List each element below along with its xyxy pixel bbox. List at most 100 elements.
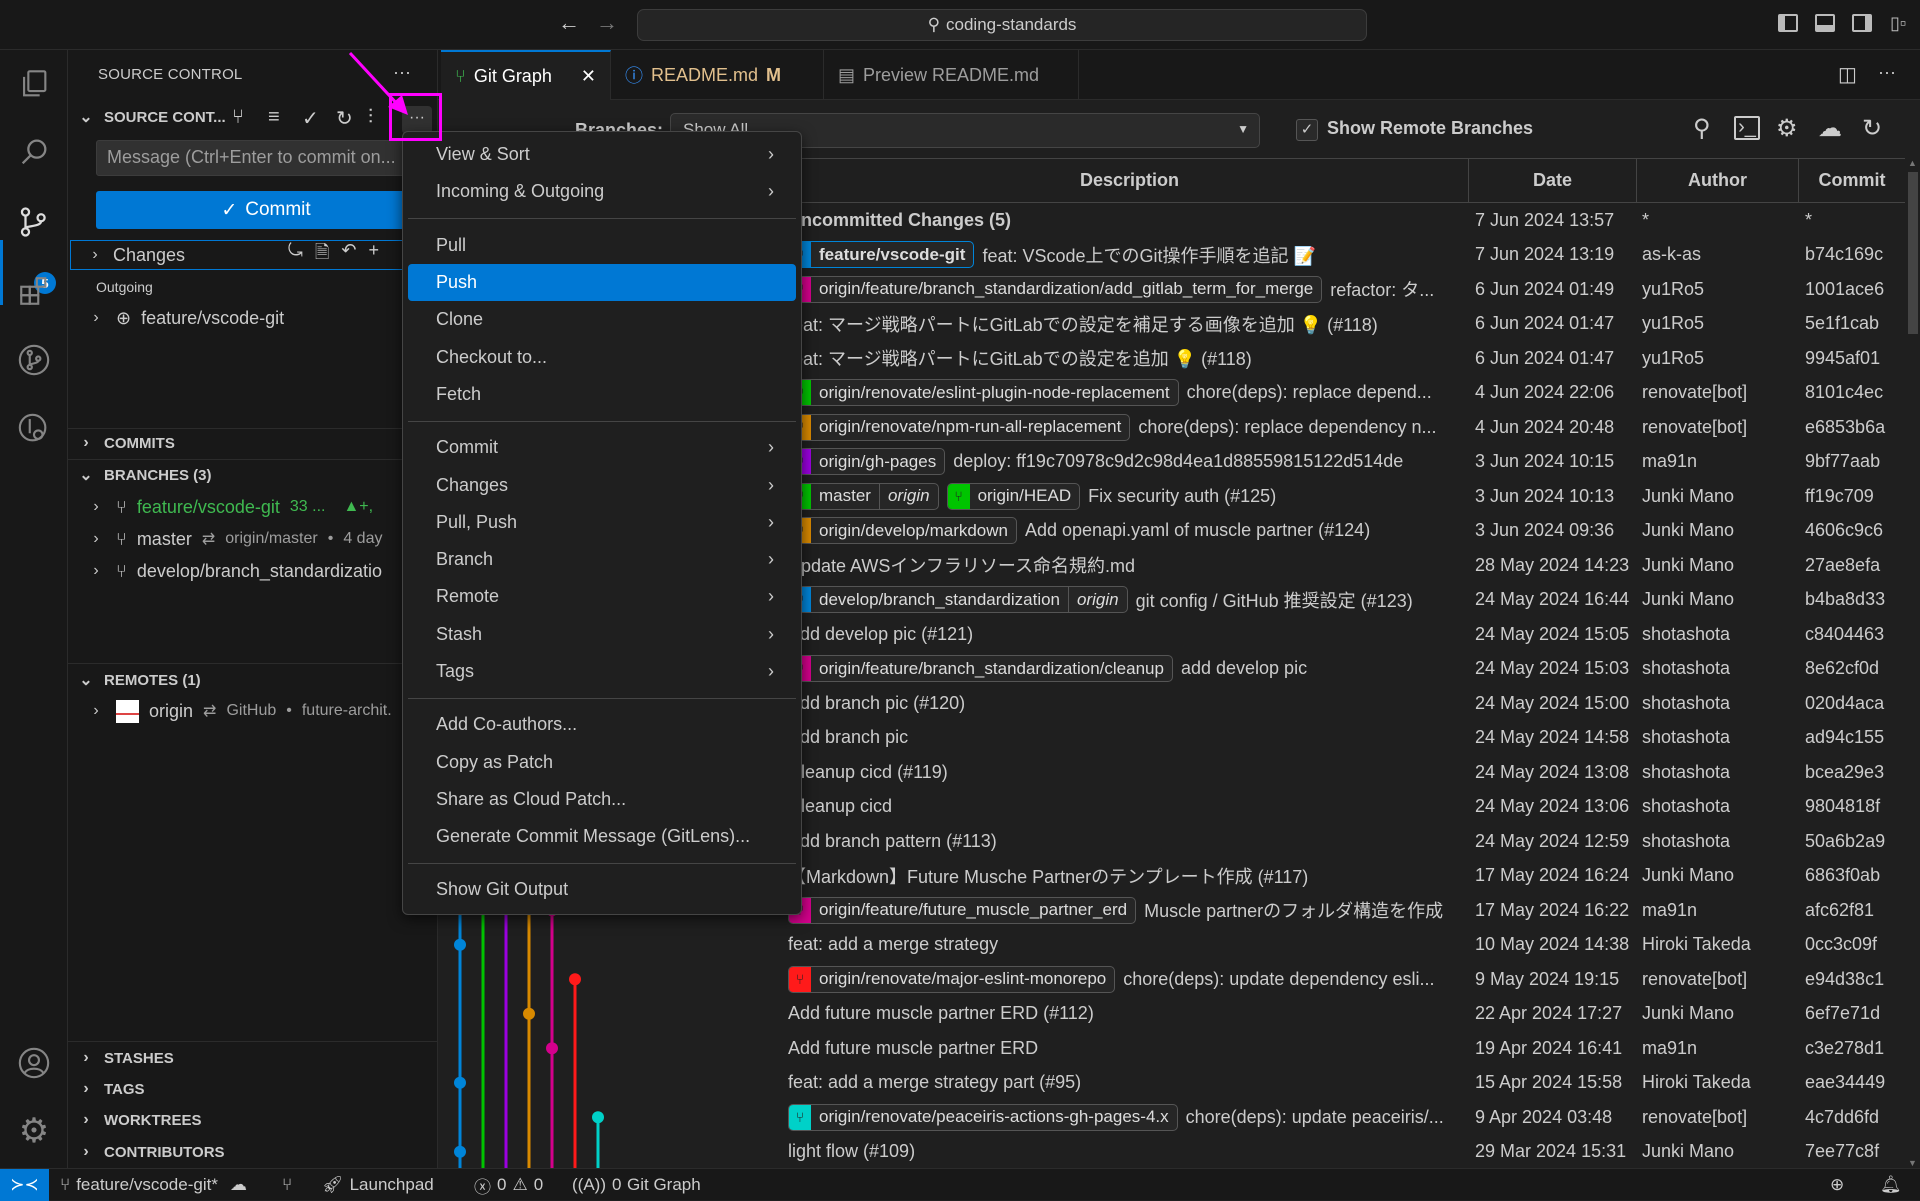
problems-item[interactable]: ⓧ 0 ⚠ 0: [474, 1169, 543, 1201]
commits-section-header[interactable]: › COMMITS: [76, 428, 437, 458]
branch-status-item[interactable]: ⑂ feature/vscode-git* ☁: [60, 1169, 247, 1201]
contributors-section-header[interactable]: › CONTRIBUTORS: [76, 1137, 437, 1167]
branch-label[interactable]: ⑂develop/branch_standardizationorigin: [788, 586, 1128, 614]
vertical-scrollbar[interactable]: ▲ ▼: [1905, 158, 1920, 1168]
zoom-icon[interactable]: ⊕: [1830, 1169, 1844, 1201]
customize-layout-icon[interactable]: ▯▫: [1890, 13, 1906, 34]
branch-label[interactable]: ⑂origin/gh-pages: [788, 448, 946, 476]
open-changes-icon[interactable]: 🗎: [315, 240, 329, 270]
commit-message-input[interactable]: Message (Ctrl+Enter to commit on...: [96, 140, 436, 176]
menu-item-clone[interactable]: Clone: [408, 301, 796, 338]
menu-item-push[interactable]: Push: [408, 263, 796, 302]
menu-item-checkout-to[interactable]: Checkout to...: [408, 338, 796, 375]
explorer-icon[interactable]: [14, 64, 54, 104]
menu-item-pull-push[interactable]: Pull, Push ›: [408, 504, 796, 541]
branch-label[interactable]: ⑂origin/feature/branch_standardization/c…: [788, 655, 1173, 683]
commit-row[interactable]: ⑂ origin/renovate/peaceiris-actions-gh-pa…: [438, 1100, 1905, 1135]
menu-item-fetch[interactable]: Fetch: [408, 376, 796, 413]
close-icon[interactable]: ✕: [581, 66, 596, 87]
gear-icon[interactable]: ⚙: [14, 1111, 54, 1151]
branch-label[interactable]: ⑂origin/renovate/npm-run-all-replacement: [788, 413, 1131, 441]
remote-indicator-button[interactable]: ≻≺: [0, 1169, 49, 1201]
branch-label[interactable]: ⑂ origin/renovate/peaceiris-actions-gh-pa…: [788, 1103, 1178, 1131]
commit-row[interactable]: Add future muscle partner ERD 19 Apr 2024…: [438, 1031, 1905, 1066]
tags-section-header[interactable]: › TAGS: [76, 1074, 437, 1104]
branch-label[interactable]: ⑂feature/vscode-git: [788, 241, 975, 269]
menu-item-view-sort[interactable]: View & Sort ›: [408, 136, 796, 173]
account-icon[interactable]: [14, 1043, 54, 1083]
stage-all-icon[interactable]: +: [368, 240, 379, 270]
stashes-section-header[interactable]: › STASHES: [76, 1043, 437, 1073]
launchpad-item[interactable]: 🚀︎ Launchpad: [322, 1169, 434, 1201]
commit-button[interactable]: ✓ Commit: [96, 191, 436, 229]
notifications-bell-icon[interactable]: 🔔︎: [1880, 1169, 1902, 1201]
author-column-header[interactable]: Author: [1636, 159, 1798, 202]
menu-item-show-git-output[interactable]: Show Git Output: [408, 871, 796, 908]
find-icon[interactable]: ⚲: [1693, 114, 1711, 143]
git-graph-status-icon[interactable]: ⑂: [282, 1169, 292, 1201]
toggle-panel-icon[interactable]: [1815, 14, 1835, 32]
command-center-search[interactable]: ⚲ coding-standards: [637, 9, 1367, 41]
menu-item-branch[interactable]: Branch ›: [408, 541, 796, 578]
branch-label[interactable]: ⑂masterorigin: [788, 482, 939, 510]
remotes-section-header[interactable]: ⌄ REMOTES (1): [76, 665, 437, 695]
commit-row[interactable]: light flow (#109) 29 Mar 2024 15:31 Junki …: [438, 1135, 1905, 1170]
menu-item-commit[interactable]: Commit ›: [408, 429, 796, 466]
branch-label[interactable]: ⑂ origin/renovate/major-eslint-monorepo: [788, 965, 1116, 993]
more-actions-icon[interactable]: ···: [1878, 62, 1896, 83]
outgoing-branch-item[interactable]: › ⊕ feature/vscode-git 1: [86, 304, 436, 332]
refresh-icon[interactable]: ↻: [1862, 114, 1882, 143]
commit-row[interactable]: feat: add a merge strategy part (#95) 15 …: [438, 1066, 1905, 1101]
menu-item-add-co-authors[interactable]: Add Co-authors...: [408, 706, 796, 743]
branch-label[interactable]: ⑂ origin/HEAD: [946, 482, 1081, 510]
menu-item-tags[interactable]: Tags ›: [408, 653, 796, 690]
view-as-list-icon[interactable]: ≡: [268, 106, 280, 129]
commit-row[interactable]: Add future muscle partner ERD (#112) 22 A…: [438, 997, 1905, 1032]
branch-label[interactable]: ⑂origin/develop/markdown: [788, 517, 1017, 545]
fetch-cloud-icon[interactable]: ☁: [1818, 114, 1842, 143]
graph-icon[interactable]: ⑂: [232, 106, 244, 129]
stash-icon[interactable]: ⤿: [288, 240, 303, 270]
show-remote-branches-checkbox[interactable]: ✓: [1296, 119, 1318, 141]
publish-cloud-icon[interactable]: ☁: [230, 1175, 247, 1195]
scrollbar-thumb[interactable]: [1908, 172, 1918, 334]
branch-item-master[interactable]: › ⑂ master ⇄ origin/master • 4 day: [86, 525, 382, 553]
menu-item-changes[interactable]: Changes ›: [408, 466, 796, 503]
split-editor-icon[interactable]: ◫: [1838, 62, 1857, 87]
terminal-icon[interactable]: ›_: [1734, 116, 1760, 140]
commit-row[interactable]: feat: add a merge strategy 10 May 2024 14…: [438, 928, 1905, 963]
branch-item-develop[interactable]: › ⑂ develop/branch_standardizatio: [86, 557, 382, 585]
tab-readme[interactable]: ⓘ README.md M: [611, 50, 824, 100]
menu-item-generate-commit-message-gitlens[interactable]: Generate Commit Message (GitLens)...: [408, 818, 796, 855]
menu-item-copy-as-patch[interactable]: Copy as Patch: [408, 743, 796, 780]
git-graph-icon[interactable]: [14, 340, 54, 380]
extensions-icon[interactable]: [14, 271, 54, 311]
toggle-primary-sidebar-icon[interactable]: [1778, 14, 1798, 32]
menu-item-incoming-outgoing[interactable]: Incoming & Outgoing ›: [408, 173, 796, 210]
branch-label[interactable]: ⑂origin/feature/branch_standardization/a…: [788, 275, 1323, 303]
branch-item-feature-vscode-git[interactable]: › ⑂ feature/vscode-git 33 ... ▲+,: [86, 493, 373, 521]
menu-item-share-as-cloud-patch[interactable]: Share as Cloud Patch...: [408, 781, 796, 818]
date-column-header[interactable]: Date: [1468, 159, 1636, 202]
changes-group[interactable]: › Changes ⤿ 🗎 ↶ +: [70, 240, 437, 270]
scroll-up-icon[interactable]: ▲: [1908, 158, 1917, 168]
commit-column-header[interactable]: Commit: [1798, 159, 1905, 202]
remote-item-origin[interactable]: › origin ⇄ GitHub • future-archit.: [86, 697, 392, 725]
search-icon[interactable]: [14, 132, 54, 172]
branches-section-header[interactable]: ⌄ BRANCHES (3): [76, 460, 437, 490]
branch-label[interactable]: ⑂origin/renovate/eslint-plugin-node-repl…: [788, 379, 1179, 407]
commit-row[interactable]: ⑂ origin/renovate/major-eslint-monorepo ch…: [438, 962, 1905, 997]
menu-item-pull[interactable]: Pull: [408, 227, 796, 264]
worktrees-section-header[interactable]: › WORKTREES: [76, 1105, 437, 1135]
tab-preview-readme[interactable]: ▤ Preview README.md: [824, 50, 1079, 100]
forward-arrow-icon[interactable]: →: [596, 10, 618, 36]
menu-item-remote[interactable]: Remote ›: [408, 578, 796, 615]
gitlens-inspect-icon[interactable]: [14, 409, 54, 449]
settings-gear-icon[interactable]: ⚙: [1776, 114, 1798, 143]
git-graph-status-button[interactable]: Git Graph: [627, 1169, 701, 1201]
check-icon[interactable]: ✓: [302, 106, 319, 131]
scroll-down-icon[interactable]: ▼: [1908, 1158, 1917, 1168]
ports-item[interactable]: ((A)) 0: [572, 1169, 621, 1201]
toggle-secondary-sidebar-icon[interactable]: [1852, 14, 1872, 32]
tab-git-graph[interactable]: ⑂ Git Graph ✕: [441, 50, 611, 100]
